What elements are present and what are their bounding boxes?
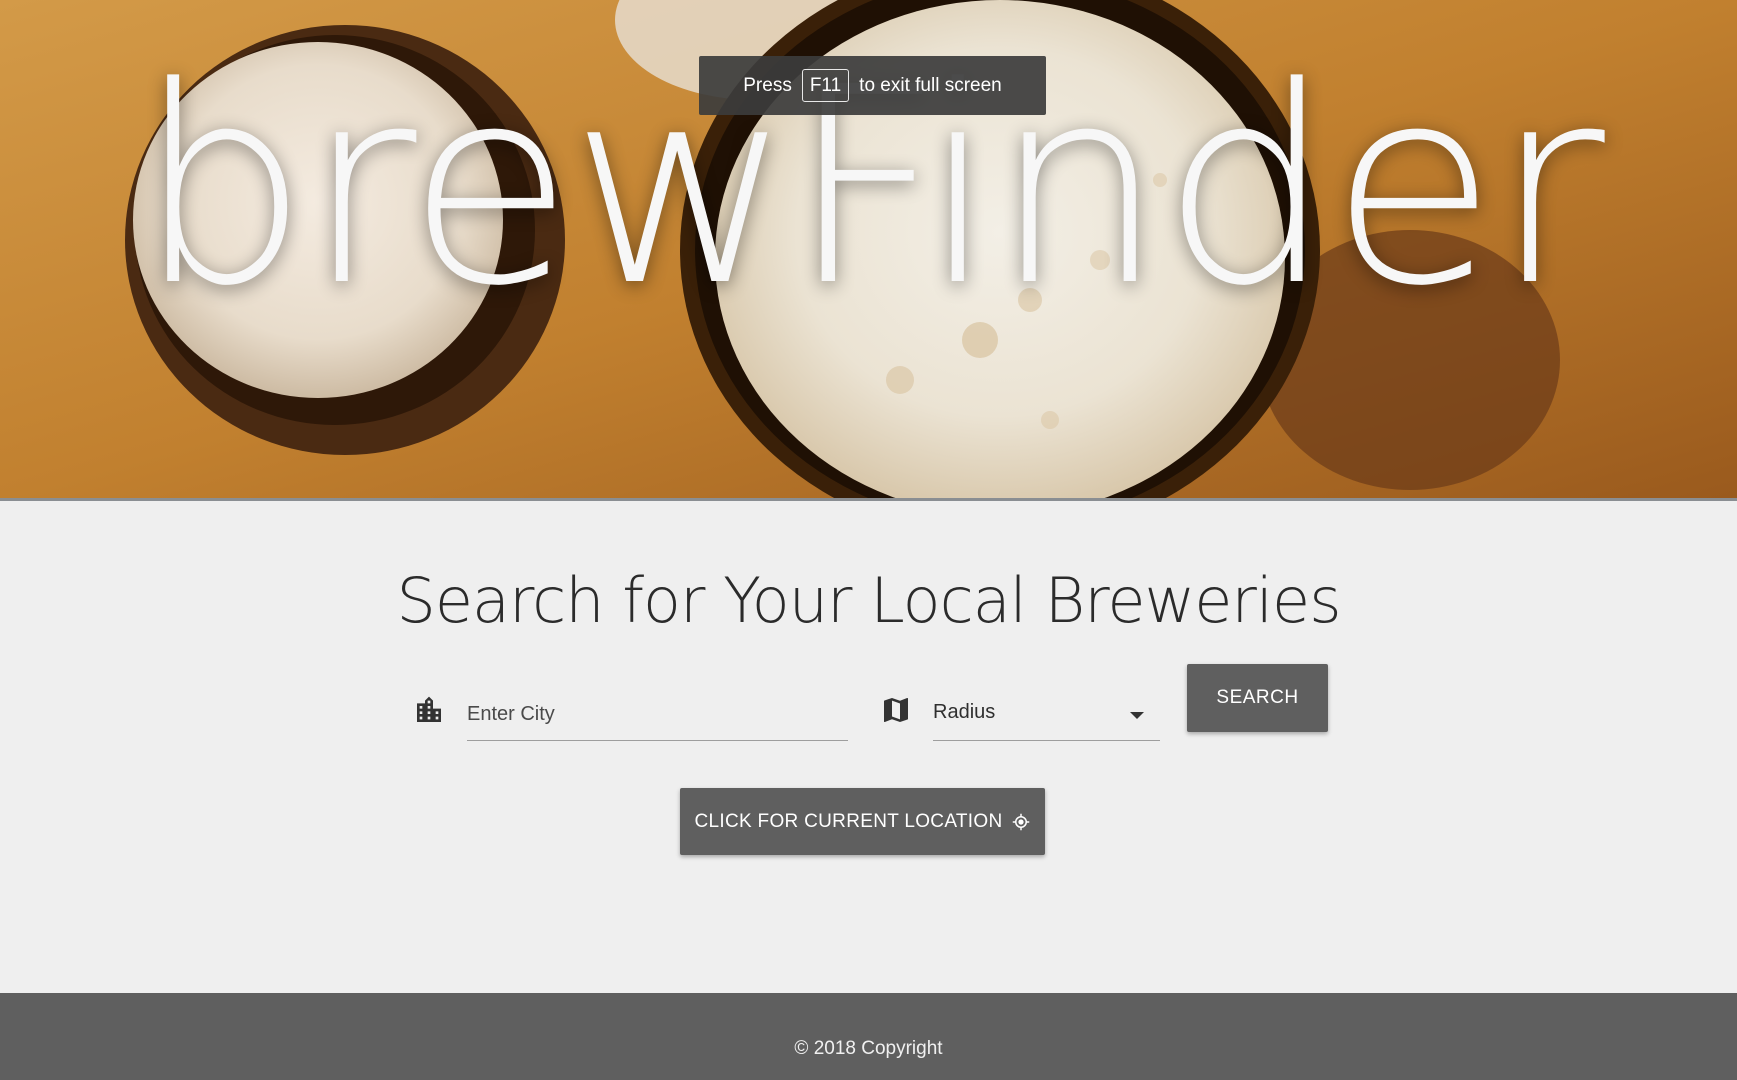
fullscreen-notice-prefix: Press [743, 74, 792, 96]
search-button[interactable]: SEARCH [1187, 664, 1328, 732]
radius-select[interactable]: Radius [933, 692, 1160, 741]
city-field [467, 692, 848, 741]
city-icon [417, 696, 441, 722]
caret-down-icon [1130, 712, 1144, 719]
map-icon [884, 698, 908, 722]
city-input[interactable] [467, 692, 848, 736]
fullscreen-notice-suffix: to exit full screen [859, 74, 1002, 96]
fullscreen-key-badge: F11 [801, 69, 850, 102]
page: brewFinder Press F11 to exit full screen… [0, 0, 1737, 1080]
hero-banner: brewFinder Press F11 to exit full screen [0, 0, 1737, 498]
my-location-icon [1013, 813, 1030, 830]
current-location-button[interactable]: CLICK FOR CURRENT LOCATION [680, 788, 1045, 855]
fullscreen-notice: Press F11 to exit full screen [699, 56, 1046, 115]
footer: © 2018 Copyright [0, 993, 1737, 1080]
current-location-label: CLICK FOR CURRENT LOCATION [694, 810, 1003, 832]
search-heading: Search for Your Local Breweries [396, 564, 1341, 637]
radius-selected-value: Radius [933, 701, 996, 723]
footer-copyright: © 2018 Copyright [794, 1038, 943, 1059]
hero-divider [0, 498, 1737, 501]
